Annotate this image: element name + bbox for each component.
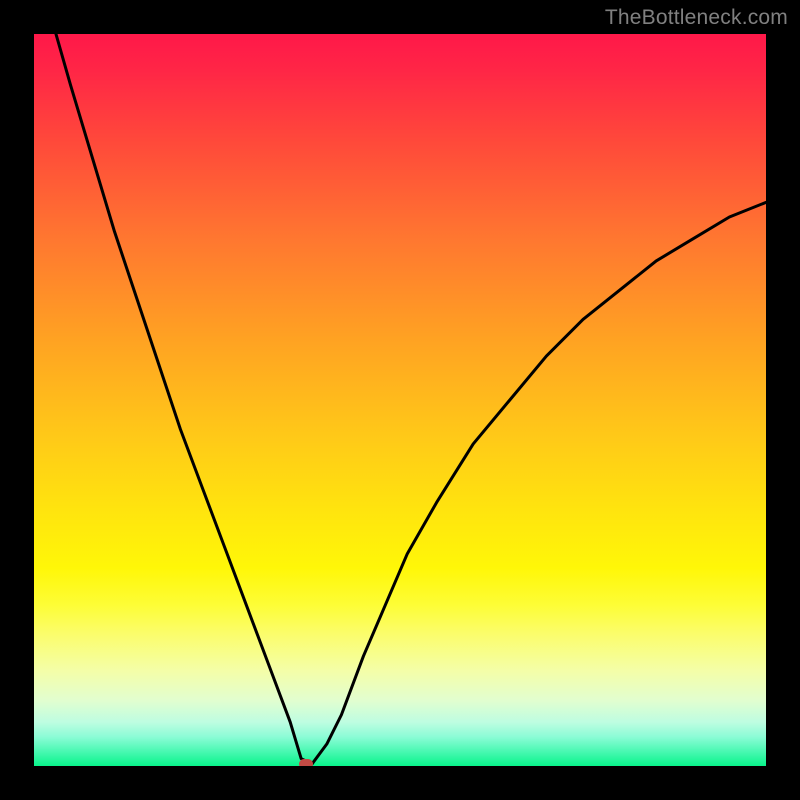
bottleneck-curve	[56, 34, 766, 764]
plot-area	[34, 34, 766, 766]
curve-layer	[34, 34, 766, 766]
minimum-marker	[299, 759, 313, 766]
chart-frame: TheBottleneck.com	[0, 0, 800, 800]
watermark-text: TheBottleneck.com	[605, 6, 788, 30]
